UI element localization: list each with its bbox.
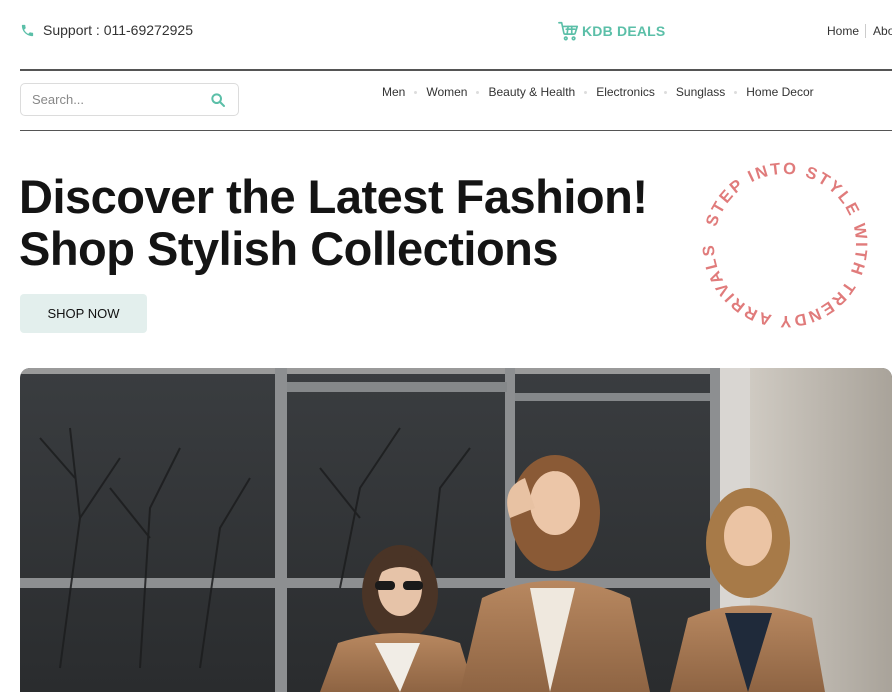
category-separator — [734, 90, 738, 94]
hero-photo-illustration — [20, 368, 892, 692]
category-men[interactable]: Men — [382, 85, 405, 99]
search-icon[interactable] — [210, 92, 226, 108]
category-home-decor[interactable]: Home Decor — [746, 85, 813, 99]
search-input[interactable] — [21, 84, 201, 115]
category-separator — [663, 90, 667, 94]
site-logo[interactable]: KDB DEALS — [558, 20, 665, 42]
circular-tagline-badge: STEP INTO STYLE WITH TRENDY ARRIVALS - — [700, 160, 870, 330]
support-contact[interactable]: Support : 011-69272925 — [20, 22, 193, 38]
circular-tagline-text: STEP INTO STYLE WITH TRENDY ARRIVALS - — [700, 160, 870, 330]
nav-divider-line — [20, 130, 892, 131]
header-divider — [20, 69, 892, 71]
support-text: Support : 011-69272925 — [43, 22, 193, 38]
hero-line-2: Shop Stylish Collections — [19, 222, 559, 275]
nav-home-link[interactable]: Home — [827, 24, 859, 38]
shop-now-button[interactable]: SHOP NOW — [20, 294, 147, 333]
top-nav: Home Abo — [827, 24, 892, 38]
category-sunglass[interactable]: Sunglass — [676, 85, 725, 99]
category-separator — [584, 90, 588, 94]
category-beauty-health[interactable]: Beauty & Health — [488, 85, 575, 99]
hero-banner-image — [20, 368, 892, 692]
logo-text: KDB DEALS — [582, 23, 666, 39]
top-bar: Support : 011-69272925 KDB DEALS Home Ab… — [0, 0, 892, 68]
category-nav: Men Women Beauty & Health Electronics Su… — [382, 85, 814, 99]
search-box — [20, 83, 239, 116]
category-women[interactable]: Women — [426, 85, 467, 99]
category-electronics[interactable]: Electronics — [596, 85, 655, 99]
phone-icon — [21, 24, 34, 36]
hero-heading: Discover the Latest Fashion! Shop Stylis… — [19, 171, 648, 275]
category-separator — [414, 90, 418, 94]
nav-divider — [865, 24, 867, 38]
hero-line-1: Discover the Latest Fashion! — [19, 170, 648, 223]
nav-about-link[interactable]: Abo — [873, 24, 892, 38]
cart-icon — [558, 21, 579, 41]
category-separator — [476, 90, 480, 94]
